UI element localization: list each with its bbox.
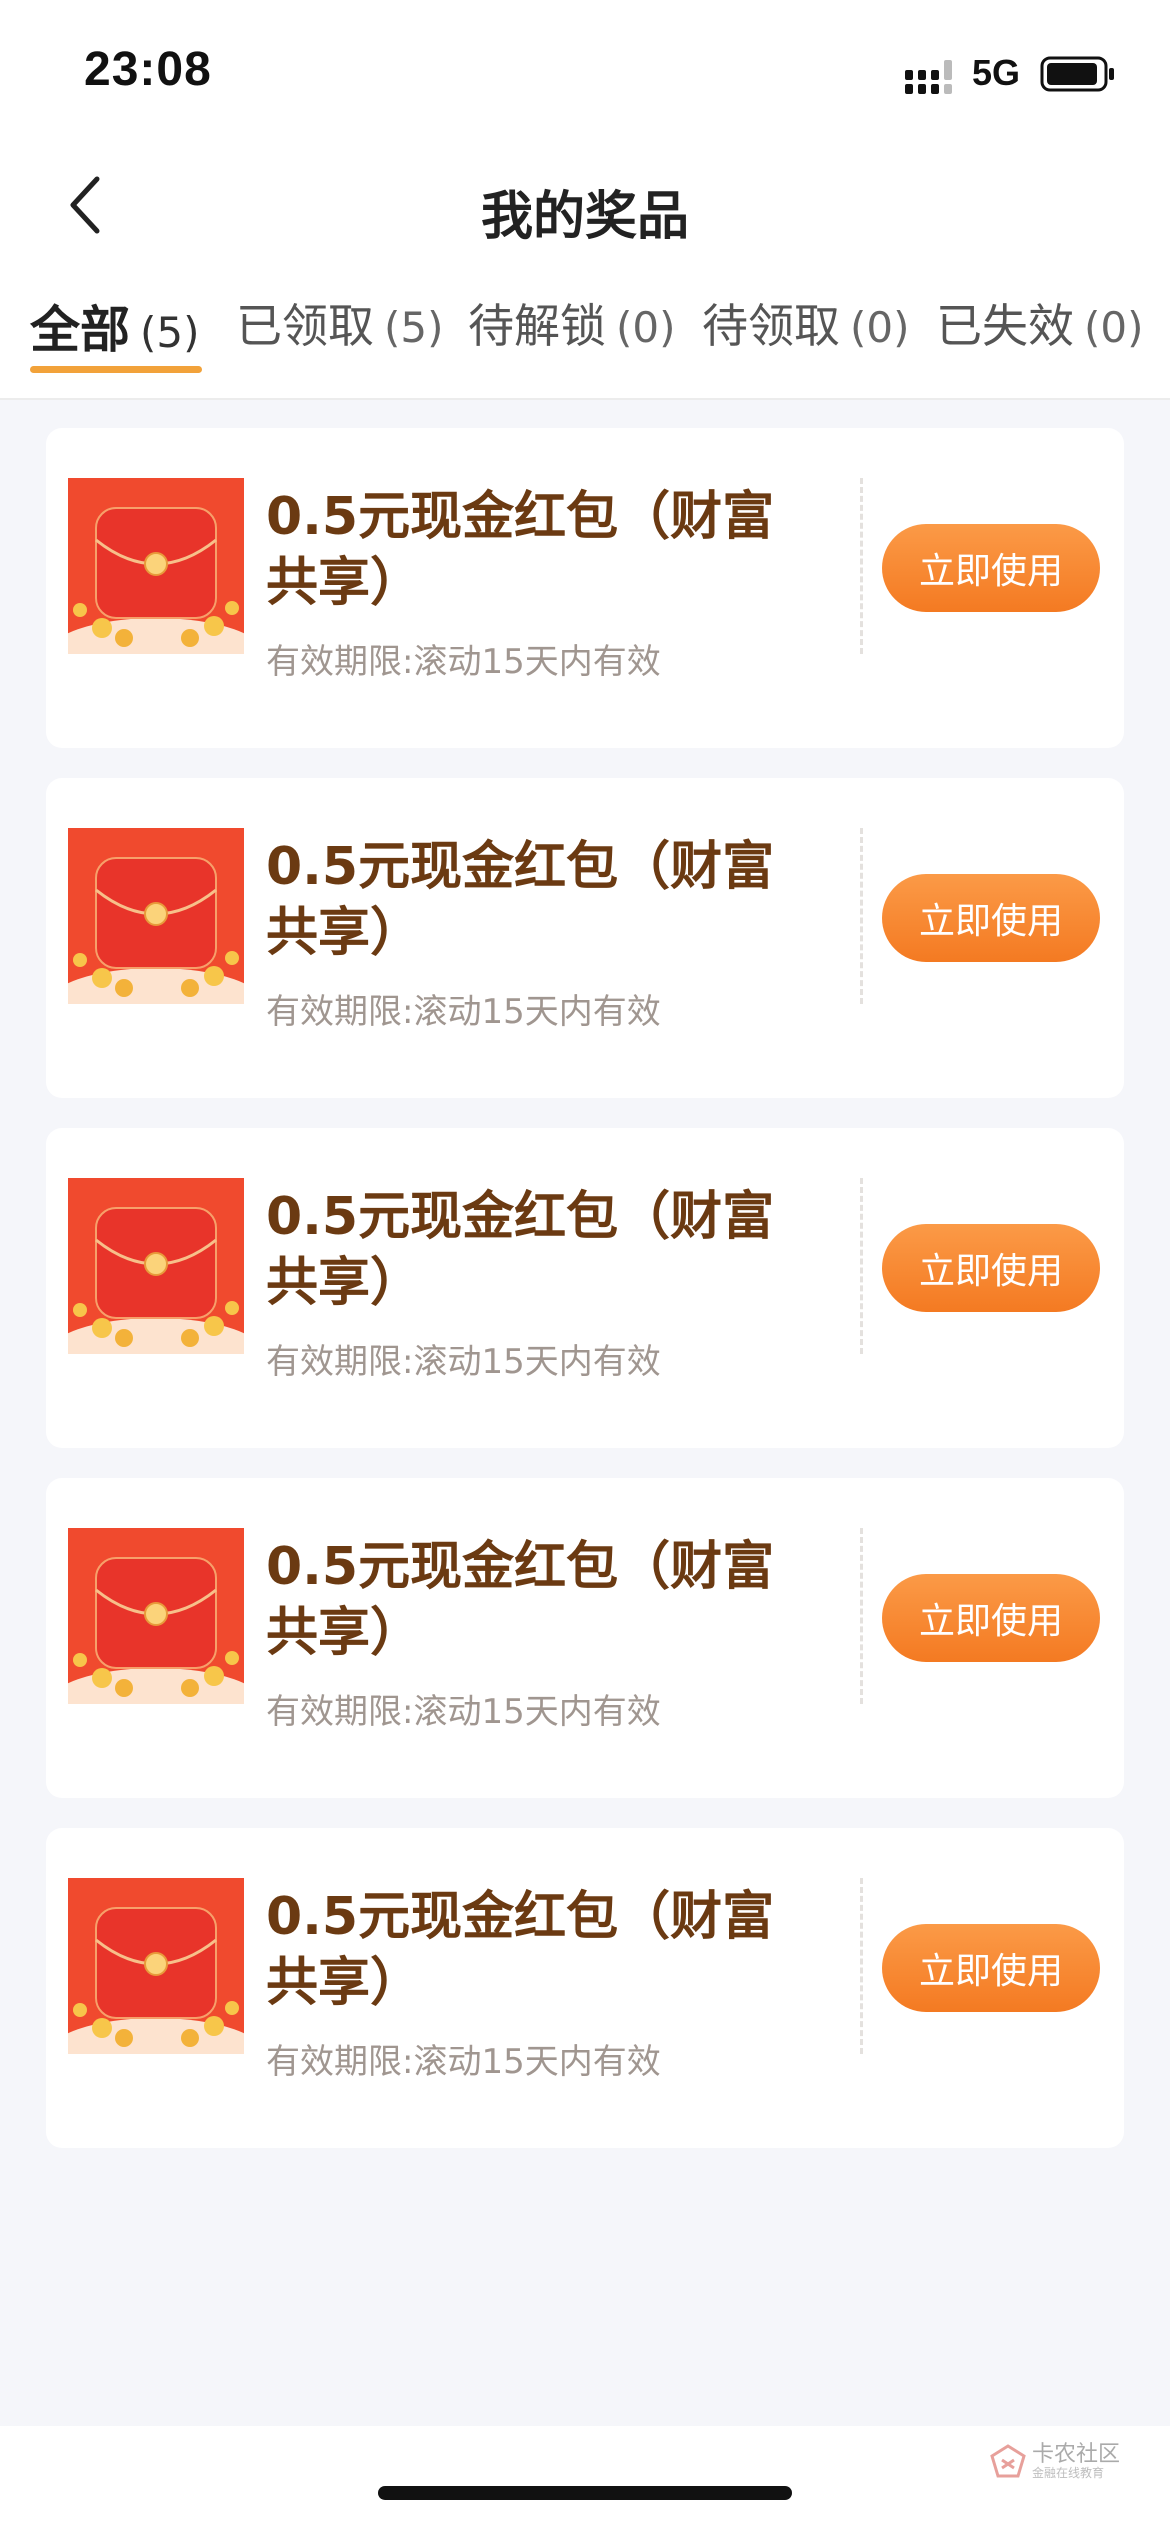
red-envelope-icon [68,478,244,654]
tab-count: (5) [140,308,200,357]
use-now-button[interactable]: 立即使用 [882,1574,1100,1662]
tab-label: 全部 [30,301,130,359]
prize-card: 0.5元现金红包（财富共享） 有效期限:滚动15天内有效 立即使用 [46,1828,1124,2148]
battery-icon [1040,56,1114,92]
use-now-button[interactable]: 立即使用 [882,524,1100,612]
divider [860,828,863,1004]
tab-label: 待解锁 [468,299,606,353]
use-now-button[interactable]: 立即使用 [882,1924,1100,2012]
divider [860,1528,863,1704]
prize-list: 0.5元现金红包（财富共享） 有效期限:滚动15天内有效 立即使用 0.5元现金… [46,428,1124,2178]
use-now-button[interactable]: 立即使用 [882,1224,1100,1312]
network-label: 5G [972,52,1021,93]
red-envelope-icon [68,828,244,1004]
prize-validity: 有效期限:滚动15天内有效 [266,642,661,682]
red-envelope-icon [68,1878,244,2054]
prize-card: 0.5元现金红包（财富共享） 有效期限:滚动15天内有效 立即使用 [46,428,1124,748]
prize-validity: 有效期限:滚动15天内有效 [266,1342,661,1382]
watermark: 卡农社区 金融在线教育 [988,2434,1158,2494]
home-indicator[interactable] [378,2486,792,2500]
signal-icon [905,60,952,94]
prize-title: 0.5元现金红包（财富共享） [266,1537,775,1663]
watermark-subtitle: 金融在线教育 [1032,2466,1105,2480]
tab-label: 已失效 [936,299,1074,353]
red-envelope-icon [68,1528,244,1704]
divider [860,478,863,654]
divider [860,1178,863,1354]
tab-locked[interactable]: 待解锁 (0) [468,290,676,390]
prize-title: 0.5元现金红包（财富共享） [266,1187,775,1313]
prize-card: 0.5元现金红包（财富共享） 有效期限:滚动15天内有效 立即使用 [46,1128,1124,1448]
watermark-logo-icon [990,2444,1026,2478]
prize-card: 0.5元现金红包（财富共享） 有效期限:滚动15天内有效 立即使用 [46,778,1124,1098]
tab-bar: 全部 (5) 已领取 (5) 待解锁 (0) 待领取 (0) 已失效 (0) [0,270,1170,400]
tab-pending[interactable]: 待领取 (0) [702,290,910,390]
tab-label: 待领取 [702,299,840,353]
prize-validity: 有效期限:滚动15天内有效 [266,1692,661,1732]
prize-title: 0.5元现金红包（财富共享） [266,1887,775,2013]
prize-validity: 有效期限:滚动15天内有效 [266,992,661,1032]
tab-count: (0) [850,303,910,352]
divider [860,1878,863,2054]
status-time: 23:08 [84,43,212,96]
prize-title: 0.5元现金红包（财富共享） [266,487,775,613]
tab-claimed[interactable]: 已领取 (5) [236,290,444,390]
tab-count: (0) [1084,303,1144,352]
tab-all[interactable]: 全部 (5) [30,290,200,390]
prize-validity: 有效期限:滚动15天内有效 [266,2042,661,2082]
nav-bar: 我的奖品 [0,140,1170,270]
red-envelope-icon [68,1178,244,1354]
use-now-button[interactable]: 立即使用 [882,874,1100,962]
prize-title: 0.5元现金红包（财富共享） [266,837,775,963]
tab-count: (0) [616,303,676,352]
tab-label: 已领取 [236,299,374,353]
page-title: 我的奖品 [480,187,689,247]
status-bar: 23:08 5G [0,0,1170,140]
tab-expired[interactable]: 已失效 (0) [936,290,1144,390]
active-tab-indicator [30,366,202,373]
prize-card: 0.5元现金红包（财富共享） 有效期限:滚动15天内有效 立即使用 [46,1478,1124,1798]
tab-count: (5) [384,303,444,352]
